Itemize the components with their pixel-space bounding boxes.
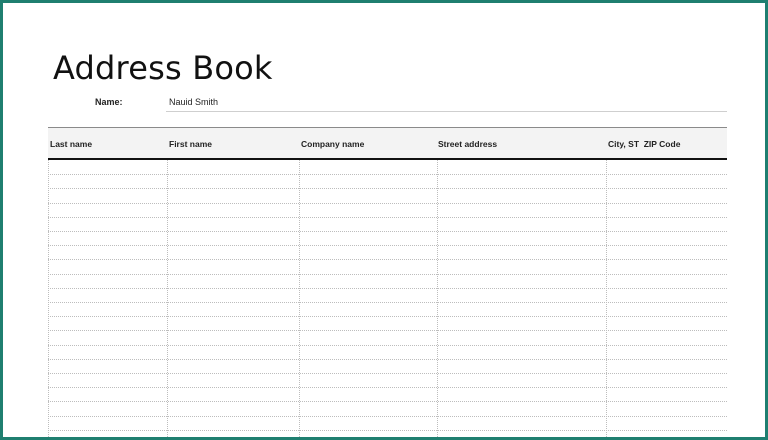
name-value[interactable]: Nauid Smith	[169, 97, 218, 107]
address-table: Last name First name Company name Street…	[48, 127, 727, 437]
table-row-line	[48, 203, 727, 204]
table-column-line	[299, 160, 300, 437]
column-header-last-name: Last name	[50, 139, 93, 149]
table-row-line	[48, 259, 727, 260]
table-column-line	[167, 160, 168, 437]
column-header-company-name: Company name	[301, 139, 365, 149]
table-row-line	[48, 316, 727, 317]
table-column-line	[48, 160, 49, 437]
table-row-line	[48, 188, 727, 189]
table-row-line	[48, 174, 727, 175]
table-row-line	[48, 231, 727, 232]
table-row-line	[48, 288, 727, 289]
table-row-line	[48, 217, 727, 218]
table-row-line	[48, 373, 727, 374]
table-row-line	[48, 430, 727, 431]
column-header-street-address: Street address	[438, 139, 498, 149]
table-column-line	[606, 160, 607, 437]
table-row-line	[48, 302, 727, 303]
table-row-line	[48, 330, 727, 331]
table-row-line	[48, 274, 727, 275]
table-row-line	[48, 245, 727, 246]
column-header-first-name: First name	[169, 139, 212, 149]
page-title: Address Book	[53, 49, 273, 87]
table-row-line	[48, 359, 727, 360]
column-header-city-st-zip: City, ST ZIP Code	[608, 139, 681, 149]
name-label: Name:	[95, 97, 123, 107]
name-underline	[166, 111, 727, 112]
table-header: Last name First name Company name Street…	[48, 127, 727, 160]
table-row-line	[48, 345, 727, 346]
table-row-line	[48, 387, 727, 388]
table-column-line	[437, 160, 438, 437]
document-frame: Address Book Name: Nauid Smith Last name…	[0, 0, 768, 440]
table-row-line	[48, 416, 727, 417]
table-row-line	[48, 401, 727, 402]
table-grid[interactable]	[48, 160, 727, 437]
